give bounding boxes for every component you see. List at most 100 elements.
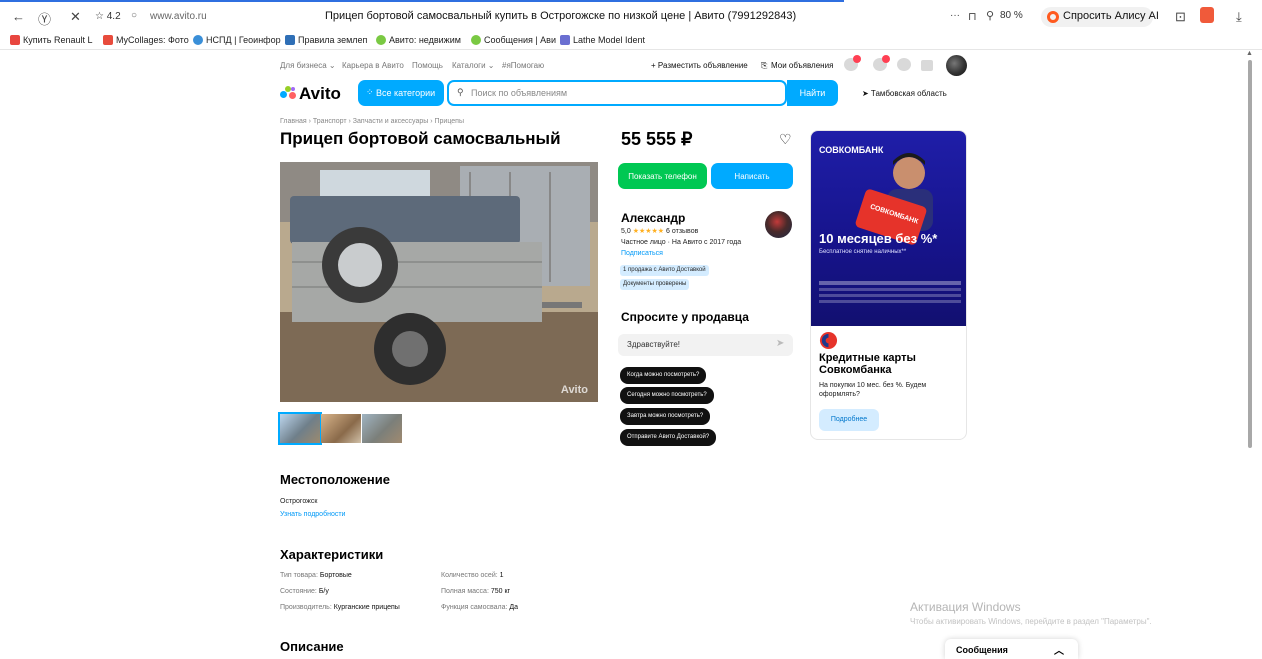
region-selector[interactable]: ➤ Тамбовская область xyxy=(862,89,947,98)
top-link-business[interactable]: Для бизнеса ⌄ xyxy=(280,61,336,70)
yandex-icon[interactable]: Ⓨ xyxy=(38,9,51,28)
bookmark-nspd[interactable]: НСПД | Геоинфор xyxy=(193,35,281,45)
avito-logo[interactable]: Avito xyxy=(280,84,341,104)
bookmark-favicon xyxy=(471,35,481,45)
quick-question-delivery[interactable]: Отправите Авито Доставкой? xyxy=(620,429,717,446)
bookmark-favicon xyxy=(193,35,203,45)
quick-question-when[interactable]: Когда можно посмотреть? xyxy=(620,367,707,384)
advertisement-banner[interactable]: СОВКОМБАНК СОВКОМБАНК 10 месяцев без %* … xyxy=(810,130,967,440)
user-avatar[interactable] xyxy=(946,55,967,76)
messages-icon[interactable] xyxy=(897,58,911,71)
bookmark-avito-messages[interactable]: Сообщения | Ави xyxy=(471,35,556,45)
messages-panel-toggle[interactable]: Сообщения ︿ xyxy=(945,639,1078,659)
seller-type: Частное лицо · На Авито с 2017 года xyxy=(621,239,742,246)
breadcrumb[interactable]: Главная › Транспорт › Запчасти и аксессу… xyxy=(280,118,464,125)
my-ads-link[interactable]: Мои объявления xyxy=(771,61,833,70)
send-icon[interactable]: ➤ xyxy=(776,338,784,349)
top-link-help[interactable]: Помощь xyxy=(412,61,443,70)
bookmark-mycollages[interactable]: MyCollages: Фото xyxy=(103,35,189,45)
post-ad-link[interactable]: + Разместить объявление xyxy=(651,61,748,70)
bookmark-favicon xyxy=(285,35,295,45)
lock-icon[interactable]: ○ xyxy=(131,10,137,21)
all-categories-button[interactable]: ⁘ Все категории xyxy=(358,80,444,106)
cart-icon[interactable] xyxy=(921,60,933,71)
spec-axles: Количество осей: 1 xyxy=(441,572,504,579)
photo-thumbnail-3[interactable] xyxy=(362,414,402,443)
search-placeholder: Поиск по объявлениям xyxy=(471,88,568,98)
bookmark-favicon xyxy=(10,35,20,45)
price: 55 555 ₽ xyxy=(621,129,693,149)
ask-alice-label: Спросить Алису AI xyxy=(1063,10,1159,22)
favorite-heart-icon[interactable]: ♡ xyxy=(779,131,792,148)
messages-label: Сообщения xyxy=(956,645,1008,655)
ad-more-button[interactable]: Подробнее xyxy=(819,409,879,431)
avito-logo-icon xyxy=(280,86,297,99)
back-icon[interactable]: ← xyxy=(12,9,25,24)
ask-seller-heading: Спросите у продавца xyxy=(621,310,749,324)
favorites-icon[interactable] xyxy=(844,55,861,71)
specs-heading: Характеристики xyxy=(280,547,384,562)
seller-rating[interactable]: 5,0 ★★★★★ 6 отзывов xyxy=(621,227,698,235)
write-message-button[interactable]: Написать xyxy=(711,163,793,189)
page-scrollbar[interactable]: ▲ xyxy=(1245,50,1255,655)
ad-text: На покупки 10 мес. без %. Будем оформлят… xyxy=(819,382,927,398)
bookmark-icon[interactable]: ⊓ xyxy=(968,10,977,23)
zoom-level[interactable]: 80 % xyxy=(1000,10,1023,21)
badge-documents-verified: Документы проверены xyxy=(620,279,690,290)
favorites-badge xyxy=(853,55,861,63)
ad-subheadline: Бесплатное снятие наличных** xyxy=(819,249,907,255)
bookmarks-bar: Купить Renault L MyCollages: Фото НСПД |… xyxy=(0,32,1262,50)
bookmark-favicon xyxy=(103,35,113,45)
photo-thumbnail-1[interactable] xyxy=(278,412,322,445)
close-icon[interactable]: ✕ xyxy=(70,9,81,25)
location-heading: Местоположение xyxy=(280,472,390,487)
location-details-link[interactable]: Узнать подробности xyxy=(280,511,345,518)
seller-reviews: 6 отзывов xyxy=(666,228,699,235)
categories-grid-icon: ⁘ xyxy=(366,87,374,97)
all-categories-label: Все категории xyxy=(376,88,436,98)
bookmark-pravila[interactable]: Правила землеп xyxy=(285,35,367,45)
page-title: Прицеп бортовой самосвальный купить в Ос… xyxy=(325,10,797,22)
zoom-icon[interactable]: ⚲ xyxy=(986,9,994,22)
top-link-career[interactable]: Карьера в Авито xyxy=(342,61,404,70)
ad-image: СОВКОМБАНК СОВКОМБАНК 10 месяцев без %* … xyxy=(811,131,966,326)
bookmark-avito-realty[interactable]: Авито: недвижим xyxy=(376,35,461,45)
spec-condition: Состояние: Б/у xyxy=(280,588,329,595)
extension-icon[interactable] xyxy=(1200,7,1214,23)
show-phone-button[interactable]: Показать телефон xyxy=(618,163,707,189)
ad-title: Кредитные карты Совкомбанка xyxy=(819,352,916,376)
my-ads-icon: ⎘ xyxy=(761,61,768,70)
ad-fine-print xyxy=(819,281,961,303)
photo-thumbnail-2[interactable] xyxy=(321,414,361,443)
page-load-progress xyxy=(0,0,844,2)
scrollbar-thumb[interactable] xyxy=(1248,60,1252,448)
ask-alice-button[interactable]: Спросить Алису AI xyxy=(1041,7,1159,27)
top-link-catalogs[interactable]: Каталоги ⌄ xyxy=(452,61,494,70)
spec-dump-function: Функция самосвала: Да xyxy=(441,604,519,611)
collections-icon[interactable]: ⊡ xyxy=(1175,9,1186,25)
scroll-up-icon[interactable]: ▲ xyxy=(1246,50,1253,57)
quick-question-today[interactable]: Сегодня можно посмотреть? xyxy=(620,387,714,404)
subscribe-link[interactable]: Подписаться xyxy=(621,250,663,257)
download-icon[interactable]: ⤓ xyxy=(1236,9,1242,25)
site-rating[interactable]: ☆ 4.2 xyxy=(95,11,121,22)
address-bar[interactable]: www.avito.ru xyxy=(150,11,207,22)
spec-mass: Полная масса: 750 кг xyxy=(441,588,511,595)
notifications-badge xyxy=(882,55,890,63)
seller-avatar[interactable] xyxy=(765,211,792,238)
bookmark-renault[interactable]: Купить Renault L xyxy=(10,35,92,45)
bookmark-favicon xyxy=(376,35,386,45)
seller-name[interactable]: Александр xyxy=(621,211,685,225)
bookmark-favicon xyxy=(560,35,570,45)
ask-seller-input[interactable]: Здравствуйте! xyxy=(618,334,793,356)
search-button[interactable]: Найти xyxy=(787,80,838,106)
more-icon[interactable]: ··· xyxy=(950,10,960,21)
quick-question-tomorrow[interactable]: Завтра можно посмотреть? xyxy=(620,408,711,425)
search-input[interactable]: ⚲ Поиск по объявлениям xyxy=(447,80,787,106)
top-link-help-charity[interactable]: #яПомогаю xyxy=(502,61,544,70)
notifications-icon[interactable] xyxy=(873,55,890,71)
spec-type: Тип товара: Бортовые xyxy=(280,572,352,579)
browser-toolbar: ← Ⓨ ✕ ☆ 4.2 ○ www.avito.ru Прицеп бортов… xyxy=(0,0,1262,32)
main-photo[interactable]: Avito xyxy=(280,162,598,402)
bookmark-lathe[interactable]: Lathe Model Ident xyxy=(560,35,645,45)
